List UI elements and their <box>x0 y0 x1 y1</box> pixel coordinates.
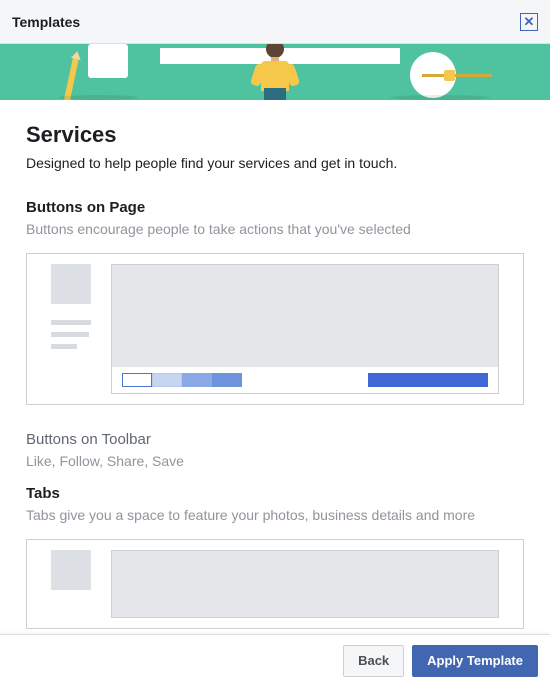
modal-footer: Back Apply Template <box>0 634 550 686</box>
buttons-on-toolbar-desc: Like, Follow, Share, Save <box>26 452 524 471</box>
preview-cover-placeholder <box>112 265 498 367</box>
modal-header: Templates ✕ <box>0 0 550 44</box>
buttons-on-page-preview <box>26 253 524 405</box>
section-title: Services <box>26 122 524 148</box>
tabs-preview <box>26 539 524 629</box>
modal-body[interactable]: Services Designed to help people find yo… <box>0 100 550 634</box>
preview-avatar-placeholder <box>51 550 91 590</box>
tabs-heading: Tabs <box>26 485 524 502</box>
modal-title: Templates <box>12 14 80 30</box>
tabs-desc: Tabs give you a space to feature your ph… <box>26 506 524 525</box>
preview-avatar-placeholder <box>51 264 91 304</box>
buttons-on-page-desc: Buttons encourage people to take actions… <box>26 220 524 239</box>
preview-cta-placeholder <box>368 373 488 387</box>
section-description: Designed to help people find your servic… <box>26 154 524 173</box>
back-button[interactable]: Back <box>343 645 404 677</box>
buttons-on-page-heading: Buttons on Page <box>26 199 524 216</box>
preview-cover-placeholder <box>112 551 498 617</box>
buttons-on-toolbar-heading: Buttons on Toolbar <box>26 431 524 448</box>
apply-template-button[interactable]: Apply Template <box>412 645 538 677</box>
preview-button-group <box>122 373 242 387</box>
close-icon[interactable]: ✕ <box>520 13 538 31</box>
hero-illustration <box>0 44 550 100</box>
